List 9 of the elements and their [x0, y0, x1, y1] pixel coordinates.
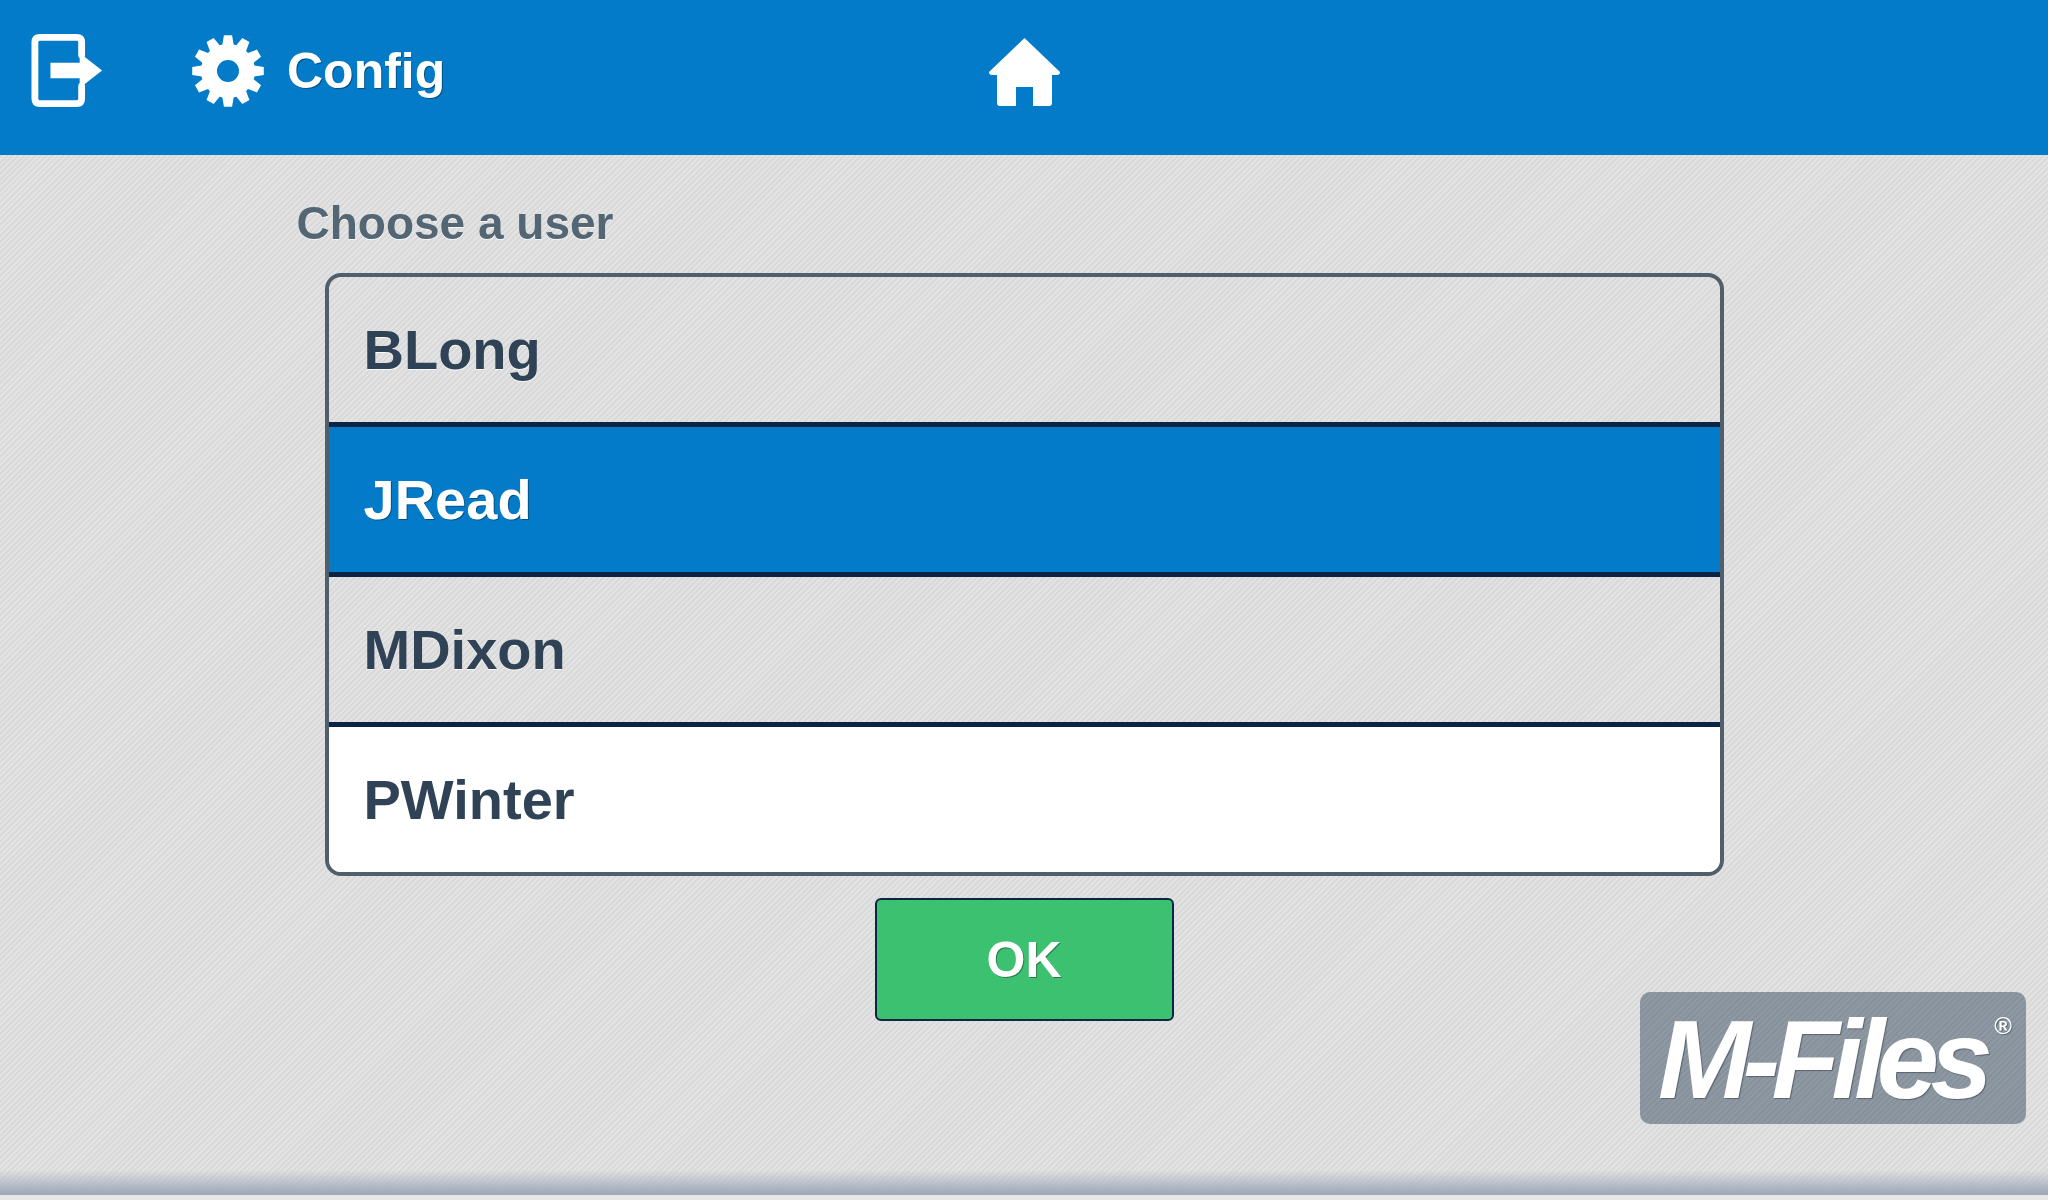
user-list-item[interactable]: PWinter [328, 727, 1720, 872]
home-icon[interactable] [987, 37, 1061, 107]
registered-mark: ® [1994, 1014, 2012, 1038]
user-list-item[interactable]: JRead [328, 427, 1720, 577]
logo-text: M-Files [1658, 1004, 1986, 1116]
exit-icon[interactable] [31, 33, 105, 108]
config-button[interactable]: Config [191, 33, 446, 108]
gear-icon [191, 33, 265, 108]
prompt-label: Choose a user [296, 200, 614, 246]
